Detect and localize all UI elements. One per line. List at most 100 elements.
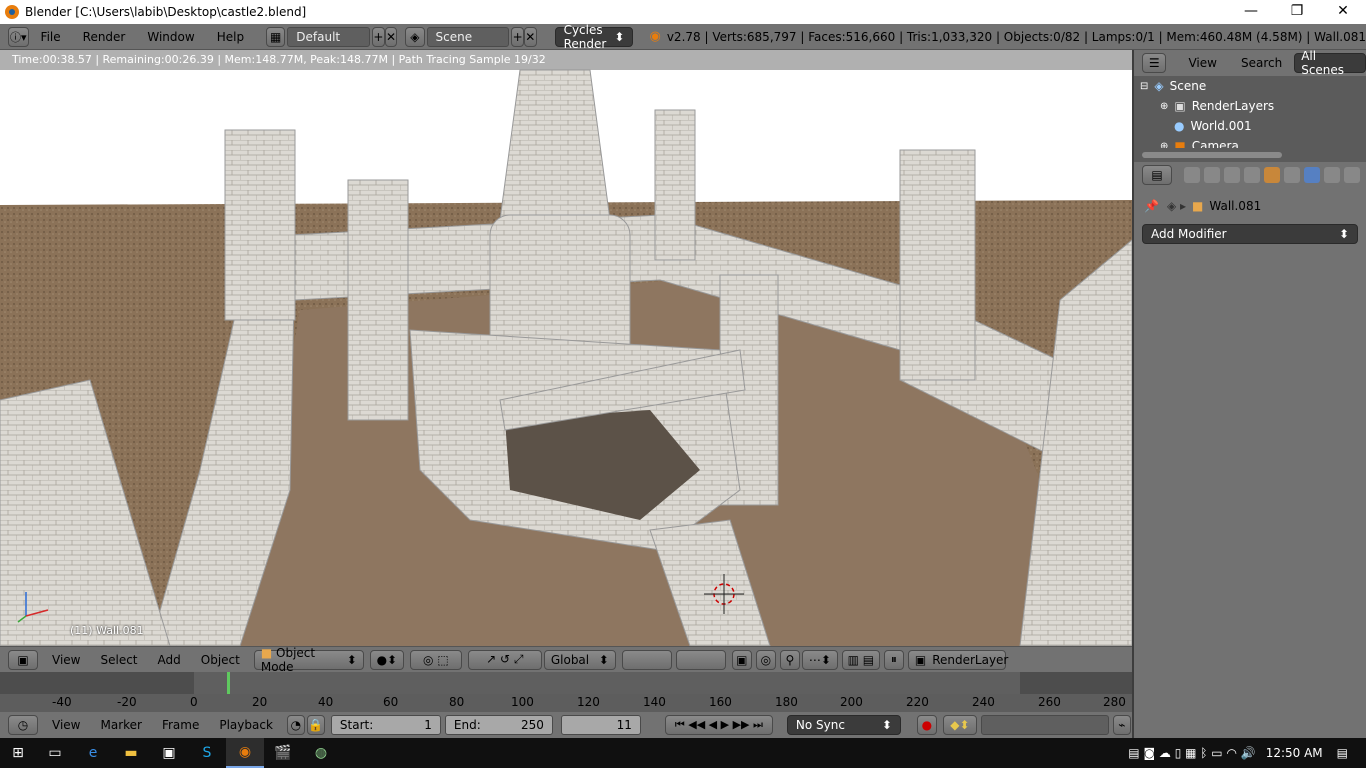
timeline-area[interactable]: -40 -20 0 20 40 60 80 100 120 140 160 18…	[0, 672, 1132, 712]
pivot-point-dropdown[interactable]: ◎ ⬚	[409, 649, 462, 670]
layers-grid-b[interactable]	[675, 649, 726, 670]
menu-help[interactable]: Help	[217, 30, 244, 44]
clock[interactable]: 12:50 AM	[1266, 746, 1323, 760]
modifier-tab-icon[interactable]	[1304, 167, 1320, 183]
snap-icon[interactable]: ⚲	[779, 649, 800, 670]
constraints-tab-icon[interactable]	[1284, 167, 1300, 183]
orientation-dropdown[interactable]: Global ⬍	[543, 649, 616, 670]
pause-render-icon[interactable]: ⏸	[883, 649, 904, 670]
add-scene-button[interactable]: +	[511, 26, 524, 47]
maximize-button[interactable]: ❐	[1274, 0, 1320, 24]
material-tab-icon[interactable]	[1344, 167, 1360, 183]
record-icon[interactable]: ●	[916, 715, 937, 735]
preview-range-icon[interactable]: ◔	[286, 715, 305, 735]
outliner-row[interactable]: ● World.001	[1134, 116, 1366, 136]
lock-icon[interactable]: 🔒	[306, 715, 325, 735]
tray-icons[interactable]: ▤ ◙ ☁ ▯ ▦ ᛒ ▭ ◠ 🔊	[1128, 746, 1255, 760]
menu-window[interactable]: Window	[147, 30, 194, 44]
edge-icon[interactable]: e	[74, 738, 112, 768]
insert-key-icon[interactable]: ⌁	[1112, 715, 1131, 735]
render-buttons[interactable]: ▥ ▤	[841, 649, 880, 670]
outliner-menu-search[interactable]: Search	[1241, 56, 1282, 70]
object-tab-icon[interactable]	[1264, 167, 1280, 183]
screen-layout-field[interactable]: Default	[287, 26, 371, 47]
expand-icon[interactable]: ⊕	[1160, 141, 1168, 149]
minimize-button[interactable]: —	[1228, 0, 1274, 24]
tl-menu-marker[interactable]: Marker	[100, 718, 141, 732]
manipulator-buttons[interactable]: ↗ ↺ ⤢	[467, 649, 542, 670]
tl-menu-view[interactable]: View	[52, 718, 80, 732]
system-tray: ▤ ◙ ☁ ▯ ▦ ᛒ ▭ ◠ 🔊 12:50 AM ▤	[1128, 746, 1366, 760]
outliner-editor-type-button[interactable]: ☰	[1142, 53, 1167, 73]
remove-scene-button[interactable]: ✕	[523, 26, 537, 47]
end-frame-field[interactable]: End: 250	[444, 715, 553, 735]
3d-menu-view[interactable]: View	[52, 653, 80, 667]
3d-viewport[interactable]: Time:00:38.57 | Remaining:00:26.39 | Mem…	[0, 50, 1132, 646]
current-frame-indicator[interactable]	[227, 672, 230, 694]
screen-layout-icon[interactable]: ▦	[266, 26, 286, 47]
store-icon[interactable]: ▣	[150, 738, 188, 768]
collapse-icon[interactable]: ⊟	[1140, 81, 1148, 92]
outliner-row[interactable]: ⊕ ▣ RenderLayers	[1134, 96, 1366, 116]
render-engine-dropdown[interactable]: Cycles Render ⬍	[554, 23, 634, 51]
outliner-item-label: World.001	[1190, 119, 1252, 133]
3d-menu-object[interactable]: Object	[201, 653, 240, 667]
orientation-label: Global	[550, 652, 590, 667]
blender-taskbar-icon[interactable]: ◉	[226, 738, 264, 768]
active-object-label: (11) Wall.081	[70, 624, 144, 637]
layer-lock-icon[interactable]: ▣	[731, 649, 752, 670]
outliner-header: ☰ View Search All Scenes	[1134, 49, 1366, 77]
keying-set-field[interactable]	[980, 715, 1109, 735]
proportional-edit-icon[interactable]: ◎	[755, 649, 776, 670]
3d-menu-add[interactable]: Add	[158, 653, 181, 667]
tl-menu-playback[interactable]: Playback	[219, 718, 273, 732]
data-tab-icon[interactable]	[1324, 167, 1340, 183]
area-divider[interactable]	[1132, 50, 1134, 738]
render-tab-icon[interactable]	[1184, 167, 1200, 183]
outliner-row[interactable]: ⊕ ■ Camera	[1134, 136, 1366, 148]
notification-icon[interactable]: ▤	[1337, 746, 1348, 760]
video-editor-icon[interactable]: 🎬	[264, 738, 302, 768]
keying-icon[interactable]: ◆⬍	[942, 715, 977, 735]
outliner-filter-dropdown[interactable]: All Scenes	[1294, 49, 1366, 77]
timeline-range	[194, 672, 1020, 694]
mode-dropdown[interactable]: ■ Object Mode ⬍	[253, 646, 364, 674]
outliner-row[interactable]: ⊟ ◈ Scene	[1134, 76, 1366, 96]
outliner-scrollbar[interactable]	[1134, 148, 1366, 162]
close-button[interactable]: ✕	[1320, 0, 1366, 24]
file-explorer-icon[interactable]: ▬	[112, 738, 150, 768]
world-tab-icon[interactable]	[1244, 167, 1260, 183]
outliner-menu-view[interactable]: View	[1188, 56, 1216, 70]
expand-icon[interactable]: ⊕	[1160, 101, 1168, 112]
properties-editor-type-button[interactable]: ▤	[1142, 165, 1172, 185]
menu-file[interactable]: File	[41, 30, 61, 44]
scene-tab-icon[interactable]	[1224, 167, 1240, 183]
start-frame-field[interactable]: Start: 1	[330, 715, 441, 735]
sync-dropdown[interactable]: No Sync ⬍	[786, 715, 901, 735]
viewport-shading-dropdown[interactable]: ●⬍	[369, 649, 404, 670]
renderlayers-tab-icon[interactable]	[1204, 167, 1220, 183]
add-modifier-dropdown[interactable]: Add Modifier ⬍	[1142, 224, 1358, 244]
layers-grid-a[interactable]	[621, 649, 672, 670]
current-frame-field[interactable]: 11	[560, 715, 641, 735]
skype-icon[interactable]: S	[188, 738, 226, 768]
playback-controls[interactable]: ⏮ ◀◀ ◀ ▶ ▶▶ ⏭	[664, 715, 773, 735]
pin-icon[interactable]: 📌	[1144, 199, 1159, 213]
start-icon[interactable]: ⊞	[0, 738, 36, 768]
add-screen-button[interactable]: +	[372, 26, 385, 47]
scene-field[interactable]: Scene	[426, 26, 510, 47]
editor-type-button[interactable]: ⓘ▾	[8, 26, 29, 47]
scene-icon[interactable]: ◈	[405, 26, 425, 47]
timeline-preroll	[0, 672, 194, 694]
remove-screen-button[interactable]: ✕	[384, 26, 398, 47]
add-modifier-label: Add Modifier	[1151, 227, 1227, 241]
render-layer-field[interactable]: ▣ RenderLayer	[907, 649, 1008, 670]
tl-menu-frame[interactable]: Frame	[162, 718, 199, 732]
3d-view-editor-type-button[interactable]: ▣	[8, 649, 38, 670]
timeline-editor-type-button[interactable]: ◷	[8, 715, 38, 735]
menu-render[interactable]: Render	[83, 30, 126, 44]
app-icon[interactable]: ◍	[302, 738, 340, 768]
snap-element-dropdown[interactable]: ⋯⬍	[801, 649, 838, 670]
3d-menu-select[interactable]: Select	[100, 653, 137, 667]
task-view-icon[interactable]: ▭	[36, 738, 74, 768]
